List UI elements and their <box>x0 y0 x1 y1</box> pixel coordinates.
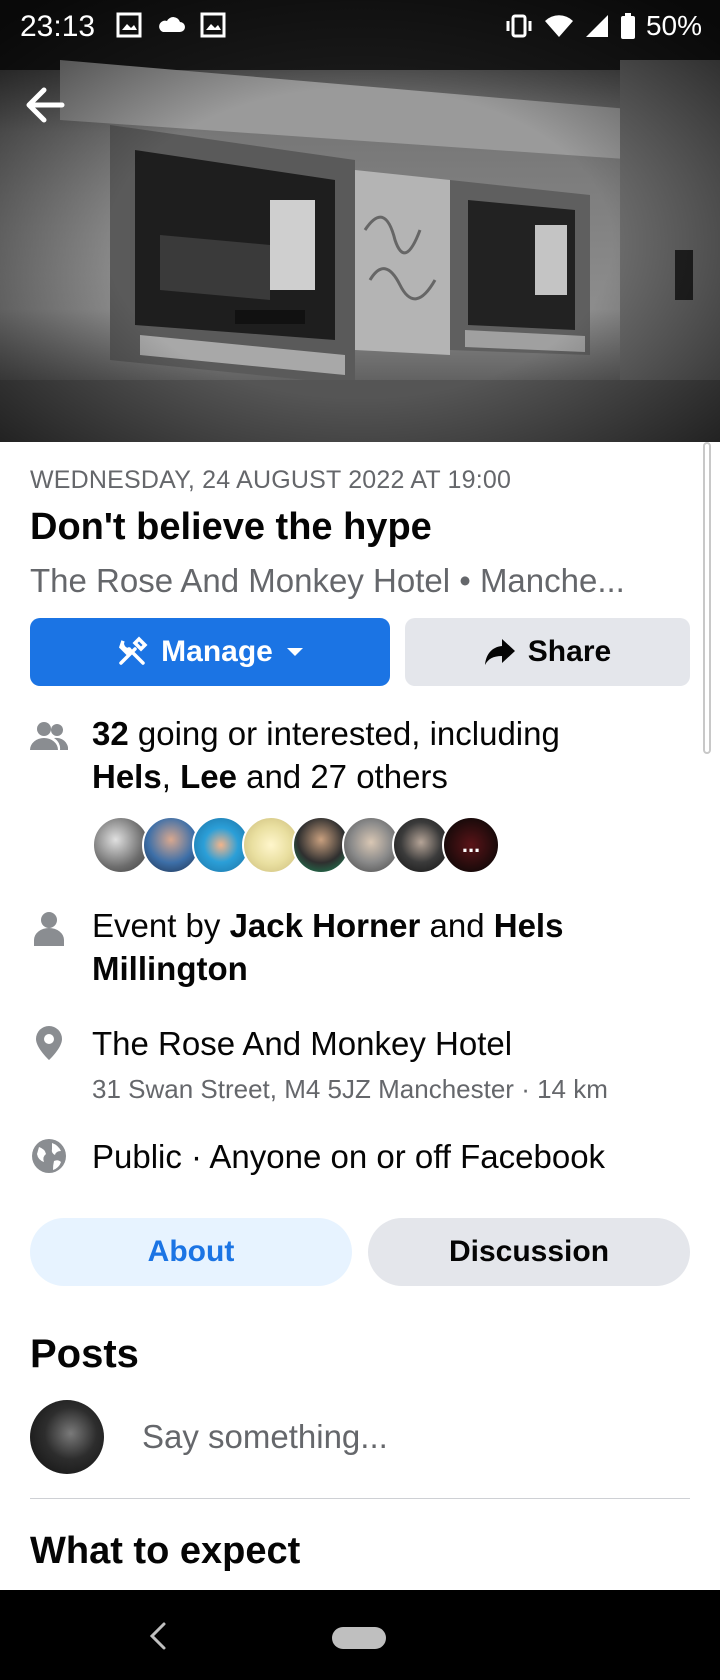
more-attendees-label: ... <box>461 832 481 857</box>
venue-address: 31 Swan Street, M4 5JZ Manchester · 14 k… <box>92 1074 608 1104</box>
venue-name: The Rose And Monkey Hotel <box>92 1025 513 1062</box>
attendee-name-1: Hels <box>92 758 162 795</box>
user-avatar[interactable] <box>30 1400 104 1474</box>
gallery-notification-icon-2 <box>200 12 226 38</box>
caret-down-icon <box>286 648 303 656</box>
manage-label: Manage <box>161 635 273 668</box>
back-arrow-icon[interactable] <box>22 82 68 128</box>
person-icon <box>34 912 64 946</box>
wifi-icon <box>544 15 573 37</box>
cover-photo-image <box>0 0 720 442</box>
tab-discussion-label: Discussion <box>448 1235 610 1268</box>
attendee-others: and 27 others <box>236 758 448 795</box>
share-arrow-icon <box>484 639 515 665</box>
system-icons: 50% <box>504 10 702 42</box>
host-joiner: and <box>420 907 494 944</box>
cloud-icon <box>159 17 185 32</box>
host-name-1[interactable]: Jack Horner <box>230 907 421 944</box>
tab-discussion[interactable]: Discussion <box>368 1218 690 1286</box>
host-text: Event by Jack Horner and Hels Millington <box>92 904 690 990</box>
event-title: Don't believe the hype <box>30 506 432 548</box>
tools-icon <box>119 636 148 665</box>
event-location-line[interactable]: The Rose And Monkey Hotel • Manche... <box>30 562 680 600</box>
attendance-count: 32 <box>92 715 129 752</box>
signal-icon <box>585 15 608 37</box>
people-icon <box>30 722 68 750</box>
battery-percentage: 50% <box>645 10 702 41</box>
attendee-separator: , <box>161 758 181 795</box>
event-date: WEDNESDAY, 24 AUGUST 2022 AT 19:00 <box>30 466 512 494</box>
share-label: Share <box>527 635 612 668</box>
attendance-description: going or interested, including <box>128 715 560 752</box>
posts-heading: Posts <box>30 1332 139 1376</box>
more-attendees-button[interactable]: ... <box>442 816 500 874</box>
location-pin-icon <box>36 1026 62 1060</box>
what-to-expect-heading: What to expect <box>30 1530 301 1572</box>
tab-about-label: About <box>147 1235 235 1268</box>
system-home-pill[interactable] <box>332 1627 386 1649</box>
event-cover-photo[interactable]: 23:13 50% <box>0 0 720 442</box>
post-composer-input[interactable]: Say something... <box>126 1404 702 1470</box>
share-button[interactable]: Share <box>405 618 690 686</box>
manage-button[interactable]: Manage <box>30 618 390 686</box>
vibrate-icon <box>506 14 532 38</box>
system-back-icon[interactable] <box>146 1620 170 1652</box>
status-time: 23:13 <box>20 10 96 43</box>
gallery-notification-icon <box>116 12 142 38</box>
notification-icons <box>116 12 226 38</box>
section-divider <box>30 1498 690 1499</box>
attendance-text: 32 going or interested, including Hels, … <box>92 712 560 798</box>
globe-icon <box>32 1139 66 1173</box>
host-prefix: Event by <box>92 907 230 944</box>
tab-about[interactable]: About <box>30 1218 352 1286</box>
battery-icon <box>620 13 635 39</box>
attendee-name-2: Lee <box>180 758 237 795</box>
privacy-text: Public · Anyone on or off Facebook <box>92 1138 606 1175</box>
status-bar: 23:13 50% <box>0 0 720 54</box>
scrollbar[interactable] <box>703 442 711 754</box>
